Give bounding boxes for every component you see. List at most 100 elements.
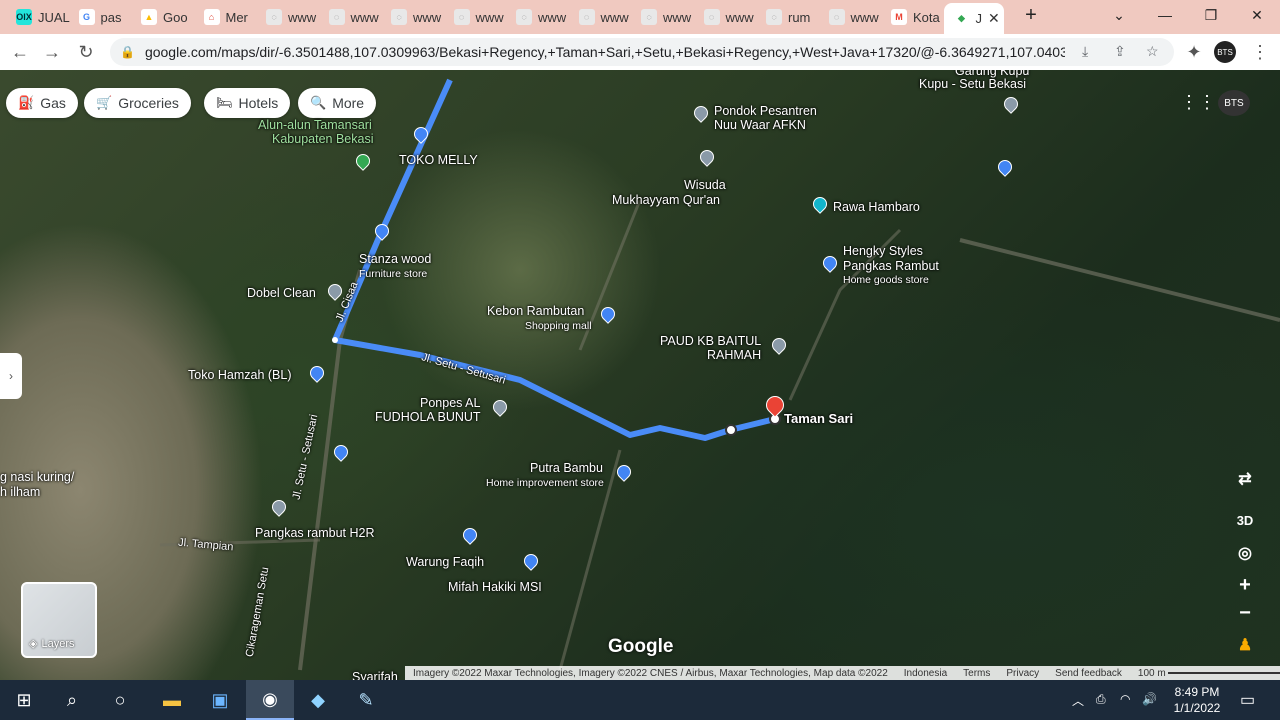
zoom-out-button[interactable]: − (1230, 598, 1260, 628)
toggle-3d-button[interactable]: 3D (1230, 505, 1260, 535)
place-label[interactable]: Ponpes AL (420, 396, 480, 410)
terms-link[interactable]: Terms (963, 668, 990, 679)
browser-tab[interactable]: M Kota (881, 3, 943, 31)
browser-tab[interactable]: ◌ www (444, 3, 506, 31)
notifications-icon[interactable]: ▭ (1240, 690, 1255, 710)
tab-active[interactable]: ◆ J ✕ (943, 3, 1004, 34)
place-label[interactable]: Wisuda (684, 178, 726, 192)
filter-more-button[interactable]: 🔍 More (298, 88, 377, 118)
tab-favicon-icon: ▲ (141, 9, 157, 25)
scale-bar[interactable]: 100 m (1138, 668, 1280, 679)
compass-icon[interactable]: ⇄ (1230, 464, 1260, 494)
expand-side-panel-button[interactable]: › (0, 353, 22, 399)
browser-tab[interactable]: ◌ www (631, 3, 693, 31)
filter-groceries-button[interactable]: 🛒 Groceries (84, 88, 191, 118)
place-label[interactable]: Putra Bambu (530, 461, 603, 475)
file-explorer-icon[interactable]: ▬ (148, 680, 196, 720)
place-label[interactable]: g nasi kuring/ (0, 470, 74, 484)
extensions-puzzle-icon[interactable]: ✦ (1182, 40, 1206, 64)
imagery-credit: Imagery ©2022 Maxar Technologies, Imager… (413, 667, 888, 679)
minimize-button[interactable]: — (1142, 0, 1188, 30)
share-icon[interactable]: ⇪ (1114, 43, 1126, 60)
zoom-in-button[interactable]: + (1230, 570, 1260, 600)
browser-tab[interactable]: ◌ www (694, 3, 756, 31)
browser-tab[interactable]: ◌ www (569, 3, 631, 31)
privacy-link[interactable]: Privacy (1006, 668, 1039, 679)
place-label[interactable]: Stanza wood (359, 252, 431, 266)
tab-title: Goo (163, 9, 188, 25)
cortana-icon[interactable]: ○ (96, 680, 144, 720)
country-link[interactable]: Indonesia (904, 668, 947, 679)
tab-favicon-icon: ◆ (953, 10, 970, 27)
profile-avatar[interactable]: BTS (1214, 41, 1236, 63)
destination-label[interactable]: Taman Sari (784, 412, 853, 426)
forward-icon[interactable]: → (40, 40, 64, 64)
place-label[interactable]: Toko Hamzah (BL) (188, 368, 292, 382)
pegman-icon[interactable]: ♟ (1230, 630, 1260, 660)
search-icon[interactable]: ⌕ (48, 680, 96, 720)
place-label[interactable]: Pondok Pesantren (714, 104, 817, 118)
tab-favicon-icon: OlX (16, 9, 32, 25)
place-label[interactable]: Hengky Styles (843, 244, 923, 258)
wifi-icon[interactable]: ◠ (1120, 692, 1130, 706)
send-feedback-link[interactable]: Send feedback (1055, 668, 1122, 679)
tray-chevron-icon[interactable]: ︿ (1072, 692, 1084, 709)
my-location-icon[interactable]: ◎ (1230, 538, 1260, 568)
place-label[interactable]: Pangkas rambut H2R (255, 526, 375, 540)
url-text[interactable]: google.com/maps/dir/-6.3501488,107.03099… (145, 44, 1065, 60)
satellite-map[interactable]: ⛽ Gas 🛒 Groceries 🛏 Hotels 🔍 More ⋮⋮⋮ BTS › … (0, 70, 1280, 680)
place-label[interactable]: Nuu Waar AFKN (714, 118, 806, 132)
app-taskbar-icon[interactable]: ◆ (294, 680, 342, 720)
bookmark-star-icon[interactable]: ☆ (1146, 43, 1159, 60)
remote-desktop-icon[interactable]: ▣ (196, 680, 244, 720)
tab-favicon-icon: ◌ (328, 9, 345, 25)
map-profile-avatar[interactable]: BTS (1218, 90, 1250, 116)
browser-tab[interactable]: Gpas (69, 3, 131, 31)
address-bar[interactable]: 🔒 google.com/maps/dir/-6.3501488,107.030… (110, 38, 1174, 66)
place-label[interactable]: Mukhayyam Qur'an (612, 193, 720, 207)
browser-tab[interactable]: ◌ www (819, 3, 881, 31)
place-label[interactable]: FUDHOLA BUNUT (375, 410, 481, 424)
clock[interactable]: 8:49 PM 1/1/2022 (1168, 684, 1226, 716)
tab-close-icon[interactable]: ✕ (988, 10, 1000, 27)
browser-menu-icon[interactable]: ⋮ (1248, 40, 1272, 64)
reload-icon[interactable]: ↻ (74, 40, 98, 64)
place-label[interactable]: TOKO MELLY (399, 153, 478, 167)
back-icon[interactable]: ← (8, 40, 32, 64)
browser-tab[interactable]: ◌ rum (756, 3, 818, 31)
tray-device-icon[interactable]: ⎙ (1096, 692, 1106, 707)
browser-tab[interactable]: OlX JUAL (6, 3, 70, 31)
place-label[interactable]: h ilham (0, 485, 40, 499)
close-window-button[interactable]: ✕ (1234, 0, 1280, 30)
layers-button[interactable]: ◈ Layers (21, 582, 97, 658)
browser-tab[interactable]: ◌ www (381, 3, 443, 31)
filter-gas-button[interactable]: ⛽ Gas (6, 88, 78, 118)
install-icon[interactable]: ⤓ (1082, 43, 1088, 60)
tab-favicon-icon: ◌ (391, 9, 407, 25)
windows-start-icon[interactable]: ⊞ (0, 680, 48, 720)
browser-tab[interactable]: ◌ www (506, 3, 568, 31)
browser-tab[interactable]: ◌ www (256, 3, 318, 31)
place-label[interactable]: Kabupaten Bekasi (272, 132, 373, 146)
browser-tab[interactable]: ▲ Goo (131, 3, 193, 31)
place-label[interactable]: Mifah Hakiki MSI (448, 580, 542, 594)
place-label[interactable]: Kebon Rambutan (487, 304, 584, 318)
place-label[interactable]: Alun-alun Tamansari (258, 118, 372, 132)
place-label[interactable]: Warung Faqih (406, 555, 484, 569)
place-label[interactable]: Kupu - Setu Bekasi (919, 77, 1026, 91)
place-label[interactable]: Rawa Hambaro (833, 200, 920, 214)
tab-search-icon[interactable]: ⌄ (1096, 0, 1142, 30)
place-label[interactable]: PAUD KB BAITUL (660, 334, 761, 348)
new-tab-button[interactable]: + (1008, 0, 1054, 30)
place-label[interactable]: Syarifah (352, 670, 398, 680)
chrome-taskbar-icon[interactable]: ◉ (246, 680, 294, 720)
filter-hotels-button[interactable]: 🛏 Hotels (204, 88, 291, 118)
volume-icon[interactable]: 🔊 (1142, 692, 1157, 706)
app-taskbar-icon[interactable]: ✎ (342, 680, 390, 720)
browser-tab[interactable]: ◌ www (319, 3, 381, 31)
place-label[interactable]: Pangkas Rambut (843, 259, 939, 273)
place-label[interactable]: RAHMAH (707, 348, 761, 362)
restore-button[interactable]: ❐ (1188, 0, 1234, 30)
browser-tab[interactable]: ⌂ Mer (194, 3, 256, 31)
place-label[interactable]: Dobel Clean (247, 286, 316, 300)
